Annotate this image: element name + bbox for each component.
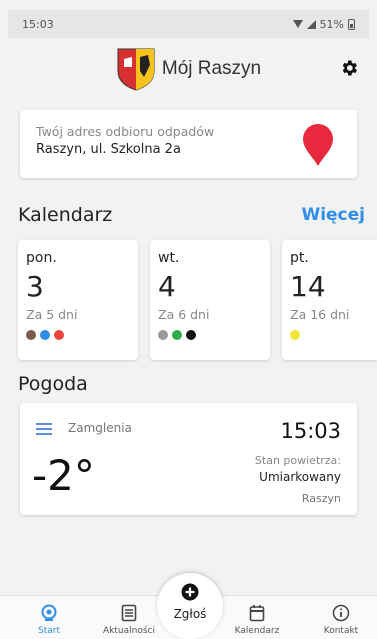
address-value: Raszyn, ul. Szkolna 2a bbox=[36, 142, 181, 157]
waste-dot bbox=[158, 330, 168, 340]
nav-news-label: Aktualności bbox=[103, 626, 155, 636]
day-number: 4 bbox=[158, 270, 176, 303]
waste-dot bbox=[290, 330, 300, 340]
crest-icon bbox=[117, 48, 155, 91]
waste-dot bbox=[54, 330, 64, 340]
location-pin-icon bbox=[303, 124, 333, 166]
waste-dot bbox=[40, 330, 50, 340]
weather-time: 15:03 bbox=[280, 419, 341, 443]
nav-contact-label: Kontakt bbox=[323, 626, 359, 636]
day-name: pon. bbox=[26, 250, 57, 266]
day-number: 14 bbox=[290, 270, 326, 303]
days-until: Za 16 dni bbox=[290, 307, 350, 322]
waste-dot bbox=[186, 330, 196, 340]
waste-type-dots bbox=[158, 330, 262, 340]
battery-icon bbox=[348, 18, 355, 30]
status-indicators: 51% bbox=[292, 17, 355, 31]
waste-dot bbox=[172, 330, 182, 340]
waste-type-dots bbox=[290, 330, 369, 340]
signal-icon bbox=[306, 19, 316, 29]
air-quality-value: Umiarkowany bbox=[259, 470, 341, 484]
battery-percent: 51% bbox=[319, 17, 344, 31]
day-number: 3 bbox=[26, 270, 44, 303]
nav-start[interactable]: Start bbox=[14, 604, 84, 636]
waste-dot bbox=[26, 330, 36, 340]
app-header: Mój Raszyn bbox=[0, 38, 377, 100]
calendar-day-card[interactable]: pon. 3 Za 5 dni bbox=[18, 240, 138, 360]
weather-title: Pogoda bbox=[18, 373, 88, 395]
info-icon bbox=[332, 604, 350, 622]
status-time: 15:03 bbox=[22, 17, 54, 31]
weather-description: Zamglenia bbox=[68, 421, 132, 435]
home-icon bbox=[41, 604, 57, 621]
calendar-day-card[interactable]: wt. 4 Za 6 dni bbox=[150, 240, 270, 360]
news-icon bbox=[121, 604, 137, 622]
nav-contact[interactable]: Kontakt bbox=[306, 604, 376, 636]
day-name: wt. bbox=[158, 250, 180, 266]
calendar-title: Kalendarz bbox=[18, 204, 113, 226]
day-name: pt. bbox=[290, 250, 309, 266]
nav-start-label: Start bbox=[38, 626, 60, 636]
nav-news[interactable]: Aktualności bbox=[94, 604, 164, 636]
calendar-day-card[interactable]: pt. 14 Za 16 dni bbox=[282, 240, 377, 360]
fog-icon bbox=[36, 423, 52, 438]
status-bar: 15:03 51% bbox=[8, 10, 369, 38]
address-card[interactable]: Twój adres odbioru odpadów Raszyn, ul. S… bbox=[20, 110, 357, 178]
waste-type-dots bbox=[26, 330, 130, 340]
report-button[interactable]: Zgłoś bbox=[157, 573, 223, 639]
wifi-icon bbox=[292, 20, 303, 28]
days-until: Za 5 dni bbox=[26, 307, 78, 322]
days-until: Za 6 dni bbox=[158, 307, 210, 322]
address-label: Twój adres odbioru odpadów bbox=[36, 124, 215, 139]
weather-place: Raszyn bbox=[301, 492, 341, 505]
temperature: -2° bbox=[32, 451, 95, 500]
calendar-more-link[interactable]: Więcej bbox=[301, 205, 365, 225]
nav-calendar[interactable]: Kalendarz bbox=[222, 604, 292, 636]
plus-circle-icon bbox=[181, 583, 199, 601]
air-quality-label: Stan powietrza: bbox=[254, 454, 341, 467]
gear-icon[interactable] bbox=[339, 58, 359, 78]
report-label: Zgłoś bbox=[173, 607, 207, 621]
app-title: Mój Raszyn bbox=[161, 58, 262, 79]
weather-card[interactable]: Zamglenia -2° 15:03 Stan powietrza: Umia… bbox=[20, 403, 357, 515]
nav-calendar-label: Kalendarz bbox=[234, 626, 280, 636]
calendar-icon bbox=[249, 605, 265, 622]
